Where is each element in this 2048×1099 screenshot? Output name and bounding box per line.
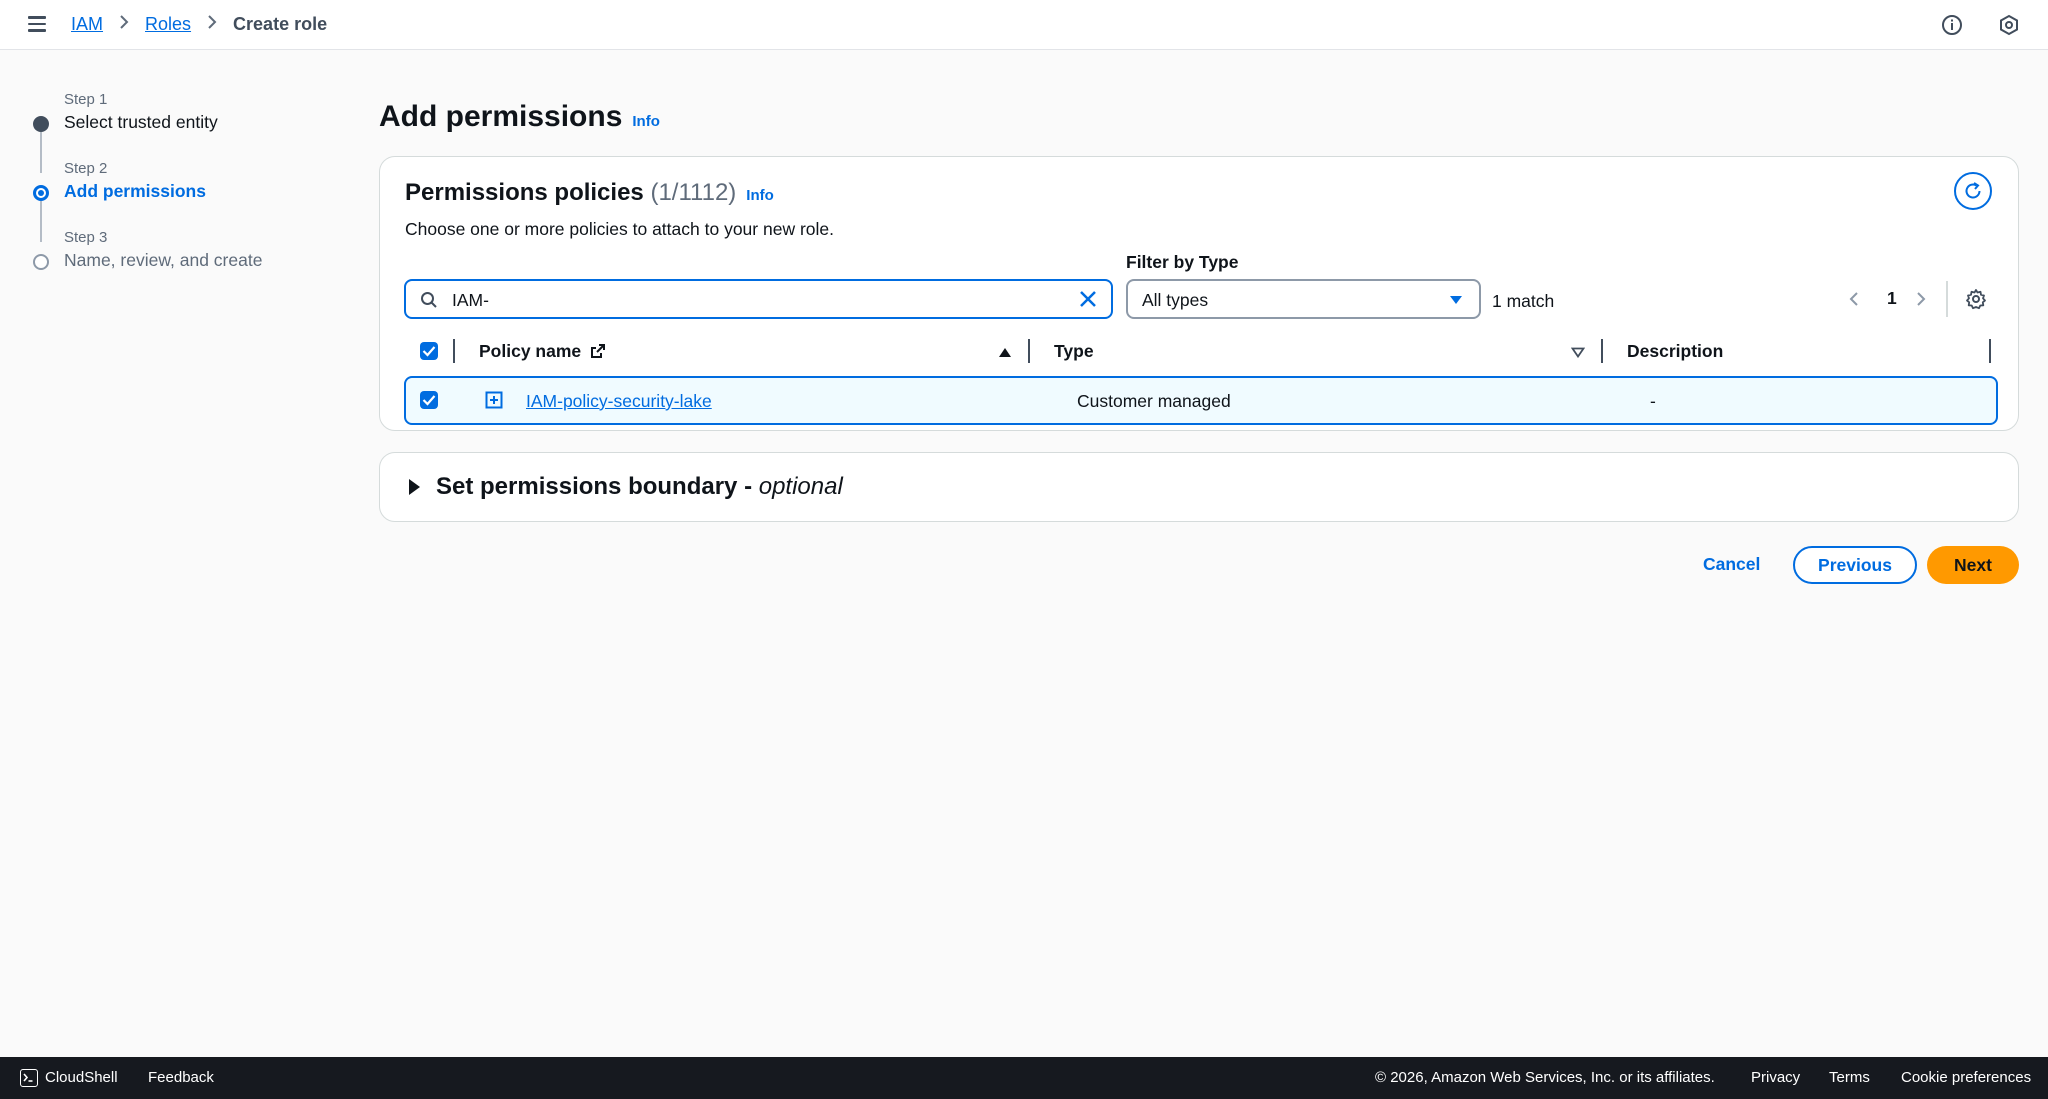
clear-search-icon[interactable] <box>1078 289 1098 309</box>
wizard-steps: Step 1 Select trusted entity Step 2 Add … <box>24 88 324 295</box>
next-page-icon[interactable] <box>1916 291 1926 307</box>
cancel-button[interactable]: Cancel <box>1703 554 1760 575</box>
caret-right-icon[interactable] <box>409 479 420 495</box>
permissions-boundary-panel[interactable]: Set permissions boundary - optional <box>379 452 2019 522</box>
next-button[interactable]: Next <box>1927 546 2019 584</box>
policies-description: Choose one or more policies to attach to… <box>405 219 834 239</box>
select-all-checkbox[interactable] <box>420 342 438 360</box>
match-count: 1 match <box>1492 291 1555 311</box>
sort-ascending-icon[interactable] <box>998 347 1012 358</box>
boundary-title-text: Set permissions boundary - <box>436 473 759 500</box>
menu-icon[interactable] <box>28 16 48 34</box>
column-divider <box>1601 339 1603 363</box>
column-header-description[interactable]: Description <box>1627 341 1723 362</box>
info-icon[interactable] <box>1941 14 1963 36</box>
chevron-right-icon <box>207 14 217 35</box>
page-info-link[interactable]: Info <box>632 113 660 130</box>
step-1[interactable]: Step 1 Select trusted entity <box>24 88 324 157</box>
caret-down-icon <box>1450 296 1462 304</box>
policies-count: (1/1112) <box>650 179 737 206</box>
policies-title: Permissions policies (1/1112) Info <box>405 179 774 207</box>
refresh-icon <box>1965 182 1981 199</box>
page-title-text: Add permissions <box>379 100 623 133</box>
step-pending-icon <box>33 254 49 270</box>
page-title: Add permissions Info <box>379 100 660 134</box>
top-navigation: IAM Roles Create role <box>0 0 2048 50</box>
breadcrumb-iam[interactable]: IAM <box>71 14 103 35</box>
terms-link[interactable]: Terms <box>1829 1069 1870 1086</box>
gear-icon[interactable] <box>1965 288 1987 310</box>
step-title: Add permissions <box>64 181 206 201</box>
column-header-policy-name[interactable]: Policy name <box>479 341 606 362</box>
column-divider <box>1028 339 1030 363</box>
copyright-text: © 2026, Amazon Web Services, Inc. or its… <box>1375 1069 1715 1086</box>
policy-type-cell: Customer managed <box>1077 391 1231 411</box>
breadcrumb-current: Create role <box>233 14 328 34</box>
policy-search-field[interactable] <box>404 279 1113 319</box>
refresh-button[interactable] <box>1954 172 1992 210</box>
check-icon <box>422 395 436 406</box>
boundary-optional: optional <box>758 473 843 500</box>
page-number[interactable]: 1 <box>1887 288 1897 309</box>
step-title: Name, review, and create <box>64 250 263 270</box>
column-header-label: Policy name <box>479 341 582 361</box>
step-complete-icon <box>33 116 49 132</box>
sort-icon[interactable] <box>1571 347 1585 358</box>
column-divider <box>1989 339 1991 363</box>
step-label: Step 3 <box>64 229 108 246</box>
step-current-icon <box>33 185 49 201</box>
breadcrumb-roles[interactable]: Roles <box>145 14 191 35</box>
step-3: Step 3 Name, review, and create <box>24 226 324 295</box>
step-label: Step 1 <box>64 91 108 108</box>
cookie-preferences-link[interactable]: Cookie preferences <box>1901 1069 2031 1086</box>
previous-button[interactable]: Previous <box>1793 546 1917 584</box>
filter-type-value: All types <box>1142 290 1209 310</box>
row-checkbox[interactable] <box>420 391 438 409</box>
check-icon <box>422 346 436 357</box>
policies-info-link[interactable]: Info <box>746 187 774 204</box>
cloudshell-icon[interactable] <box>20 1069 38 1087</box>
breadcrumb: IAM Roles Create role <box>71 14 327 35</box>
footer: CloudShell Feedback © 2026, Amazon Web S… <box>0 1057 2048 1099</box>
search-icon <box>421 292 437 308</box>
search-input[interactable] <box>450 287 1054 313</box>
expand-row-icon[interactable] <box>485 391 503 409</box>
step-2[interactable]: Step 2 Add permissions <box>24 157 324 226</box>
policies-title-text: Permissions policies <box>405 179 644 206</box>
chevron-right-icon <box>119 14 129 35</box>
external-link-icon <box>591 344 606 358</box>
feedback-link[interactable]: Feedback <box>148 1069 214 1086</box>
policy-name-link[interactable]: IAM-policy-security-lake <box>526 391 712 411</box>
policy-name-cell: IAM-policy-security-lake <box>526 391 712 412</box>
filter-by-type-label: Filter by Type <box>1126 252 1239 272</box>
previous-page-icon[interactable] <box>1849 291 1859 307</box>
shield-settings-icon[interactable] <box>1998 14 2020 36</box>
table-row[interactable]: IAM-policy-security-lake Customer manage… <box>404 376 1998 425</box>
policy-description-cell: - <box>1650 391 1656 411</box>
cloudshell-link[interactable]: CloudShell <box>45 1069 118 1086</box>
divider <box>1946 281 1948 317</box>
filter-type-select[interactable]: All types <box>1126 279 1481 319</box>
column-header-type[interactable]: Type <box>1054 341 1094 362</box>
privacy-link[interactable]: Privacy <box>1751 1069 1800 1086</box>
boundary-title[interactable]: Set permissions boundary - optional <box>436 473 843 501</box>
step-label: Step 2 <box>64 160 108 177</box>
step-title: Select trusted entity <box>64 112 218 132</box>
permissions-policies-panel: Permissions policies (1/1112) Info Choose… <box>379 156 2019 431</box>
column-divider <box>453 339 455 363</box>
